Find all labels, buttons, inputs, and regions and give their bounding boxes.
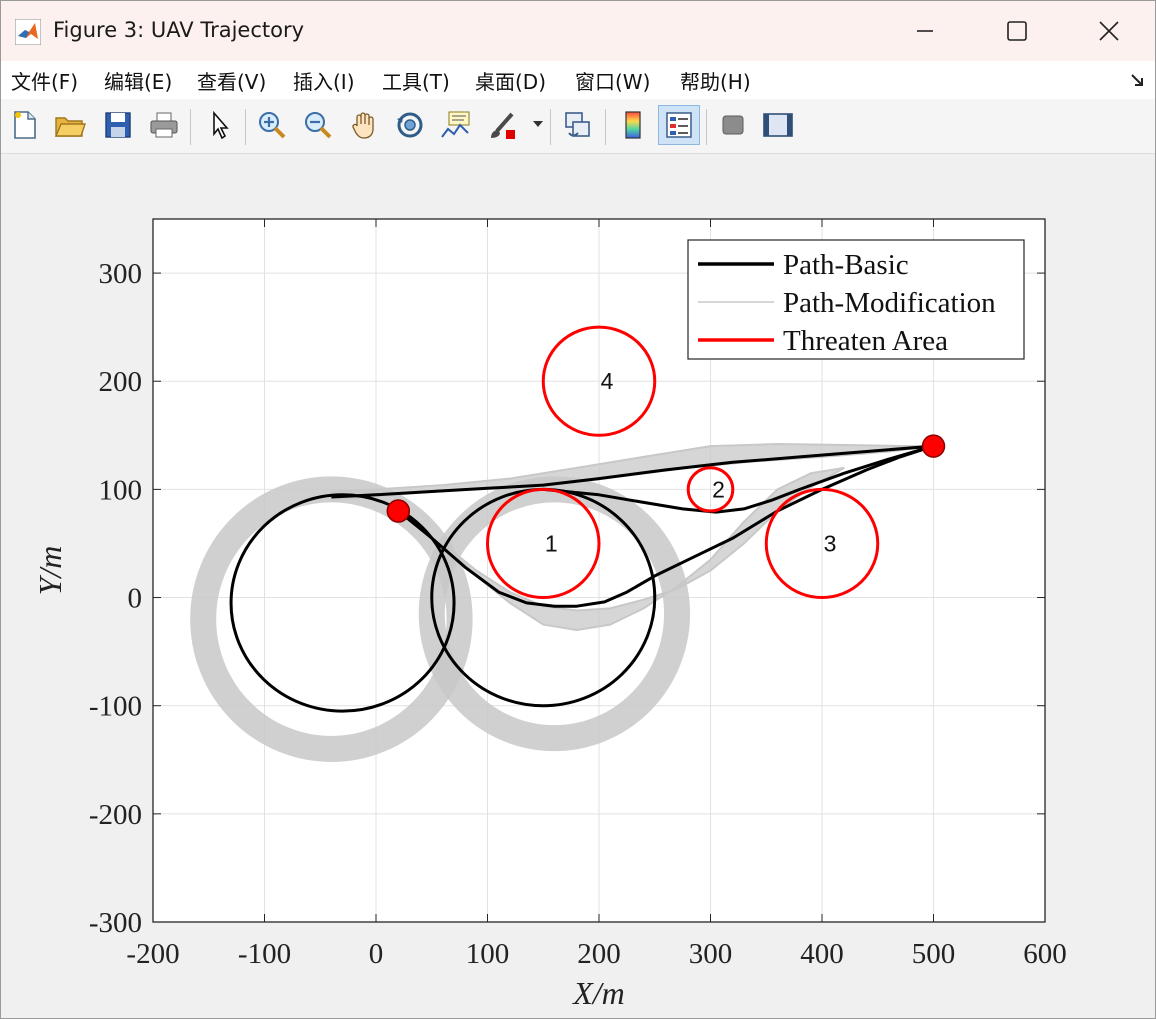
threaten-area-label-4: 4 (601, 368, 614, 394)
x-tick-label: 300 (689, 938, 733, 970)
threaten-area-label-1: 1 (545, 530, 558, 556)
show-plot-tools-icon (763, 113, 793, 137)
brush-icon (491, 112, 515, 139)
pointer-icon (213, 110, 229, 140)
menu-item-1[interactable]: 编辑(E) (104, 66, 172, 95)
open-file-icon (54, 117, 86, 137)
zoom-out-icon (305, 112, 332, 139)
hide-plot-tools-button[interactable] (715, 105, 751, 145)
rotate-3d-icon (397, 112, 423, 138)
uav-trajectory-plot[interactable]: 1234-200 -100 0 100 200 300 400 500 600-300-200-… (1, 154, 1155, 1018)
menu-item-5[interactable]: 桌面(D) (475, 66, 546, 95)
legend-button[interactable] (658, 105, 700, 145)
new-figure-icon (14, 111, 36, 139)
save-button[interactable] (100, 105, 136, 145)
link-plot-button[interactable] (560, 105, 596, 145)
new-figure-button[interactable] (7, 105, 43, 145)
minimize-button[interactable] (879, 1, 971, 61)
dock-arrow-icon[interactable] (1129, 71, 1147, 89)
title-bar[interactable]: Figure 3: UAV Trajectory (1, 1, 1155, 61)
hide-plot-tools-icon (722, 115, 744, 135)
legend-label-2: Threaten Area (783, 325, 948, 357)
menu-item-6[interactable]: 窗口(W) (575, 66, 650, 95)
link-plot-icon (565, 112, 590, 137)
zoom-in-icon (259, 112, 286, 139)
matlab-figure-window: Figure 3: UAV Trajectory 文件(F) 编辑(E) 查看(V)… (0, 0, 1156, 1019)
menu-item-0[interactable]: 文件(F) (11, 66, 78, 95)
menu-item-4[interactable]: 工具(T) (382, 66, 450, 95)
brush-dropdown-icon[interactable] (533, 121, 543, 127)
y-tick-label: 200 (99, 366, 143, 398)
y-tick-label: -300 (89, 907, 142, 939)
colorbar-icon (625, 111, 641, 139)
close-icon (1099, 21, 1119, 41)
x-tick-label: 200 (577, 938, 621, 970)
window-title: Figure 3: UAV Trajectory (53, 18, 305, 42)
x-tick-label: 600 (1023, 938, 1067, 970)
y-tick-label: 100 (99, 474, 143, 506)
x-tick-label: 400 (800, 938, 844, 970)
minimize-icon (917, 30, 933, 32)
y-tick-label: -100 (89, 691, 142, 723)
menu-item-3[interactable]: 插入(I) (293, 66, 355, 95)
pointer-button[interactable] (201, 105, 237, 145)
show-plot-tools-button[interactable] (760, 105, 796, 145)
threaten-area-label-3: 3 (824, 530, 837, 556)
y-tick-label: 300 (99, 258, 143, 290)
rotate-3d-button[interactable] (392, 105, 428, 145)
close-button[interactable] (1063, 1, 1155, 61)
point-goal (921, 434, 946, 458)
x-tick-label: 500 (912, 938, 956, 970)
zoom-in-button[interactable] (254, 105, 290, 145)
maximize-icon (1007, 21, 1027, 41)
figure-canvas[interactable]: 1 2 3 4 -200 -100 0 100 200 300 400 500 600 -300 -200-… (1, 154, 1155, 1018)
menu-bar: 文件(F) 编辑(E) 查看(V) 插入(I) 工具(T) 桌面(D) 窗口(W) 帮助(H) (1, 61, 1155, 99)
zoom-out-button[interactable] (300, 105, 336, 145)
data-cursor-button[interactable] (438, 105, 474, 145)
menu-item-2[interactable]: 查看(V) (197, 66, 266, 95)
figure-toolbar (1, 99, 1155, 154)
print-icon (150, 112, 178, 138)
x-tick-label: -100 (238, 938, 291, 970)
matlab-logo-icon (15, 19, 41, 45)
y-tick-label: -200 (89, 799, 142, 831)
legend-label-0: Path-Basic (783, 249, 909, 281)
x-tick-label: 100 (466, 938, 510, 970)
colorbar-button[interactable] (615, 105, 651, 145)
x-tick-label: 0 (369, 938, 384, 970)
point-start (386, 499, 411, 523)
y-tick-label: 0 (128, 583, 143, 615)
pan-hand-icon (352, 112, 374, 139)
save-icon (105, 112, 131, 138)
legend-icon (666, 112, 692, 138)
x-tick-label: -200 (126, 938, 179, 970)
threaten-area-label-2: 2 (712, 476, 725, 502)
print-button[interactable] (146, 105, 182, 145)
pan-button[interactable] (346, 105, 382, 145)
x-axis-label: X/m (571, 975, 625, 1011)
open-file-button[interactable] (52, 105, 88, 145)
maximize-button[interactable] (971, 1, 1063, 61)
data-cursor-icon (441, 111, 470, 138)
legend-label-1: Path-Modification (783, 287, 996, 319)
menu-item-7[interactable]: 帮助(H) (680, 66, 751, 95)
y-axis-label: Y/m (32, 546, 68, 596)
brush-button[interactable] (485, 105, 521, 145)
